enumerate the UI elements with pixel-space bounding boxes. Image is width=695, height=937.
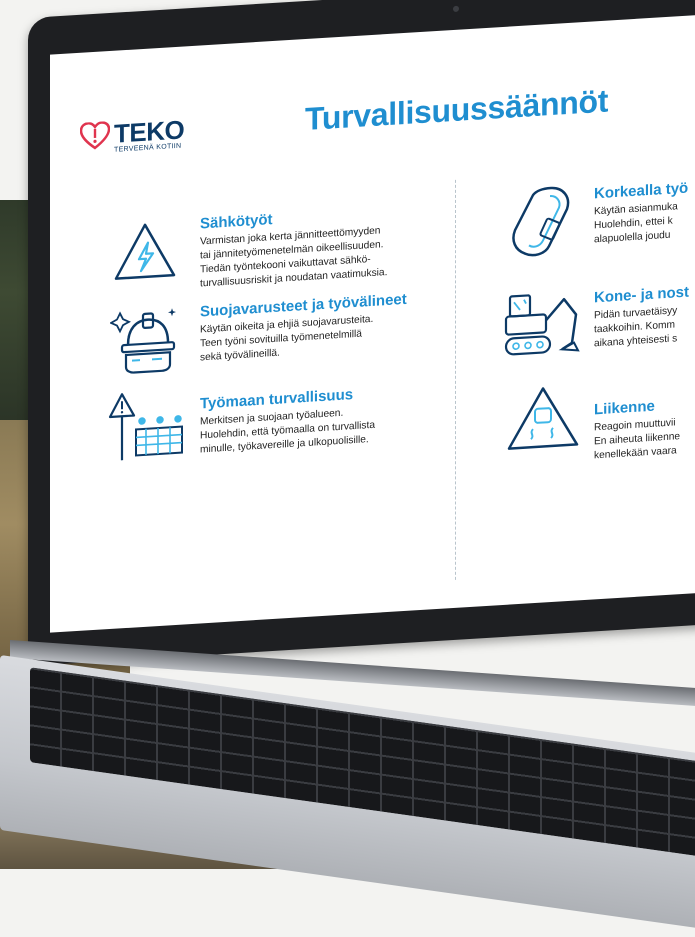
rule-item-worksite-safety: Työmaan turvallisuus Merkitsen ja suojaa… [50,12,695,461]
rule-item-working-at-height: Korkealla työ Käytän asianmuka Huolehdin… [50,12,695,257]
electric-hazard-icon [114,223,176,280]
body-electrical: Varmistan joka kerta jännitteettömyyden … [200,221,430,291]
slide-title: Turvallisuussäännöt [305,82,609,138]
heart-logo-icon [80,121,110,150]
rule-item-traffic: Liikenne Reagoin muuttuvii En aiheuta li… [50,12,695,461]
teko-logo: TEKO TERVEENÄ KOTIIN [80,114,184,155]
heading-electrical: Sähkötyöt [200,211,273,233]
heading-machinery: Kone- ja nost [594,283,690,307]
worksite-barrier-icon [108,393,183,461]
rule-item-machinery: Kone- ja nost Pidän turvaetäisyy taakkoi… [50,12,695,356]
carabiner-icon [512,186,570,257]
webcam-icon [453,5,459,13]
rule-item-electrical: Sähkötyöt Varmistan joka kerta jännittee… [50,12,695,289]
laptop-lid: TEKO TERVEENÄ KOTIIN Turvallisuussäännöt… [28,0,695,667]
column-divider [455,179,456,580]
heading-traffic: Liikenne [594,397,655,419]
heading-working-at-height: Korkealla työ [594,179,689,203]
slippery-road-icon [507,387,579,450]
rule-item-protective-gear: Suojavarusteet ja työvälineet Käytän oik… [50,12,695,374]
excavator-icon [504,294,580,356]
laptop-screen: TEKO TERVEENÄ KOTIIN Turvallisuussäännöt… [50,12,695,633]
helmet-goggles-icon [110,308,176,374]
